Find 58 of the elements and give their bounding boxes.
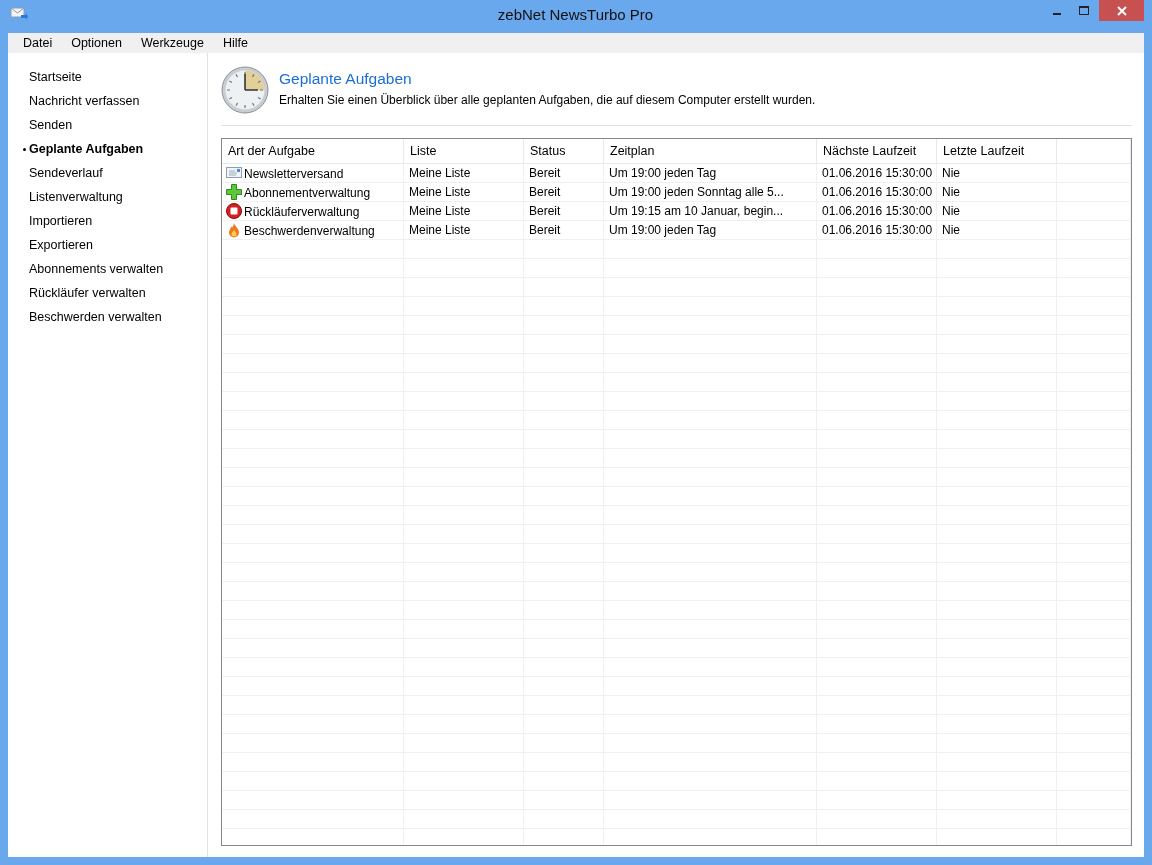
column-header[interactable]: Liste	[403, 139, 524, 164]
table-cell: Beschwerdenverwaltung	[244, 224, 375, 238]
table-cell: 01.06.2016 15:30:00	[822, 185, 933, 199]
table-cell: Meine Liste	[409, 204, 471, 218]
menu-item[interactable]: Datei	[15, 36, 61, 50]
page-title: Geplante Aufgaben	[279, 70, 413, 88]
close-icon	[1116, 5, 1127, 16]
minimize-icon	[1052, 12, 1061, 15]
table-cell: Abonnementverwaltung	[244, 186, 371, 200]
window-title: zebNet NewsTurbo Pro	[496, 6, 655, 23]
envelope-icon	[10, 7, 28, 21]
maximize-icon	[1078, 5, 1089, 16]
flame-icon	[226, 222, 242, 238]
table-cell: Um 19:15 am 10 Januar, begin...	[609, 204, 784, 218]
column-header[interactable]: Zeitplan	[603, 139, 817, 164]
sidebar-item[interactable]: Sendeverlauf	[8, 163, 207, 187]
column-header[interactable]: Status	[523, 139, 604, 164]
table-cell: Bereit	[529, 223, 561, 237]
menu-item[interactable]: Optionen	[63, 36, 130, 50]
sidebar-item[interactable]: Senden	[8, 115, 207, 139]
table-cell: Meine Liste	[409, 185, 471, 199]
table-cell: Nie	[942, 223, 960, 237]
plus-icon	[226, 184, 242, 200]
table-cell: Nie	[942, 166, 960, 180]
table-cell: Meine Liste	[409, 166, 471, 180]
sidebar-item[interactable]: Abonnements verwalten	[8, 259, 207, 283]
table-cell: Bereit	[529, 166, 561, 180]
stop-icon	[226, 203, 242, 219]
table-cell: 01.06.2016 15:30:00	[822, 166, 933, 180]
table-cell: Um 19:00 jeden Tag	[609, 223, 717, 237]
table-cell: Um 19:00 jeden Sonntag alle 5...	[609, 185, 784, 199]
table-cell: 01.06.2016 15:30:00	[822, 204, 933, 218]
sidebar-item[interactable]: Geplante Aufgaben	[8, 139, 207, 163]
column-header[interactable]: Letzte Laufzeit	[936, 139, 1057, 164]
sidebar-item[interactable]: Exportieren	[8, 235, 207, 259]
page-description: Erhalten Sie einen Überblick über alle geplanten Aufgaben, die auf diesem Computer erstellt wurden.	[279, 93, 816, 107]
column-header[interactable]: Nächste Laufzeit	[816, 139, 937, 164]
clock-icon	[221, 66, 269, 114]
table-cell: 01.06.2016 15:30:00	[822, 223, 933, 237]
menu-item[interactable]: Werkzeuge	[132, 36, 212, 50]
sidebar-item[interactable]: Beschwerden verwalten	[8, 307, 207, 331]
table-cell: Meine Liste	[409, 223, 471, 237]
close-button[interactable]	[1099, 0, 1144, 21]
table-cell: Rückläuferverwaltung	[244, 205, 360, 219]
table-cell: Bereit	[529, 204, 561, 218]
sidebar-item[interactable]: Listenverwaltung	[8, 187, 207, 211]
table-cell: Newsletterversand	[244, 167, 344, 181]
table-cell: Nie	[942, 185, 960, 199]
table-cell: Bereit	[529, 185, 561, 199]
column-header[interactable]: Art der Aufgabe	[222, 139, 404, 164]
sidebar-item[interactable]: Nachricht verfassen	[8, 91, 207, 115]
menu-item[interactable]: Hilfe	[214, 36, 256, 50]
table-cell: Um 19:00 jeden Tag	[609, 166, 717, 180]
envelope-icon	[226, 165, 242, 181]
sidebar-item[interactable]: Rückläufer verwalten	[8, 283, 207, 307]
sidebar-item[interactable]: Startseite	[8, 67, 207, 91]
sidebar-item[interactable]: Importieren	[8, 211, 207, 235]
table-cell: Nie	[942, 204, 960, 218]
